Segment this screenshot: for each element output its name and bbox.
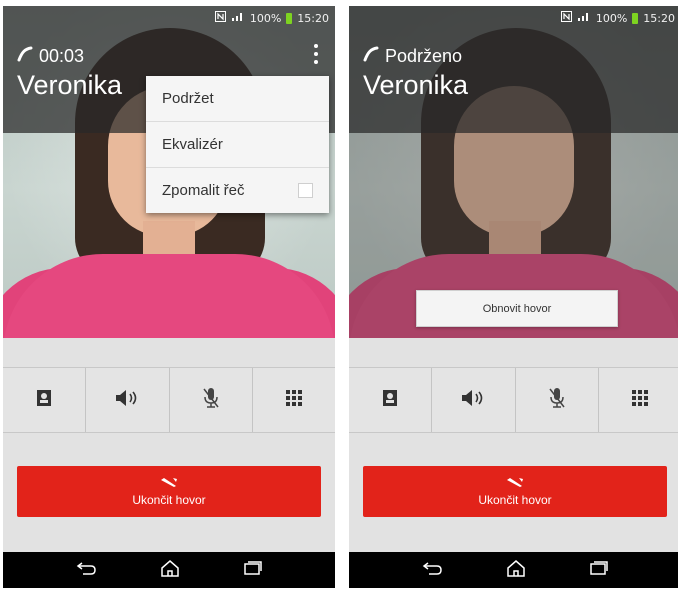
navigation-bar <box>349 552 678 588</box>
slow-speech-checkbox[interactable] <box>298 183 313 198</box>
dialpad-icon <box>631 390 648 410</box>
contacts-icon <box>35 389 53 411</box>
menu-item-hold[interactable]: Podržet <box>146 76 329 122</box>
mute-button[interactable] <box>515 368 599 432</box>
mute-mic-icon <box>202 387 220 413</box>
nfc-icon <box>560 11 572 25</box>
speaker-icon <box>460 389 486 411</box>
recent-apps-icon[interactable] <box>243 560 263 580</box>
battery-icon <box>632 12 639 24</box>
battery-percent: 100% <box>595 11 628 25</box>
battery-icon <box>286 12 293 24</box>
mute-button[interactable] <box>169 368 253 432</box>
call-status: Podrženo <box>363 46 462 67</box>
overflow-menu-icon[interactable] <box>313 44 319 64</box>
navigation-bar <box>3 552 335 588</box>
dialpad-icon <box>285 390 302 410</box>
speaker-button[interactable] <box>432 368 516 432</box>
call-actions <box>3 367 335 433</box>
hang-up-icon <box>159 476 179 491</box>
clock: 15:20 <box>297 11 329 25</box>
signal-icon <box>231 11 245 25</box>
call-duration: 00:03 <box>17 46 84 67</box>
menu-item-slow-speech[interactable]: Zpomalit řeč <box>146 168 329 213</box>
recent-apps-icon[interactable] <box>589 560 609 580</box>
status-bar: 100% 15:20 <box>3 6 335 30</box>
home-icon[interactable] <box>506 559 526 581</box>
phone-handset-icon <box>363 46 379 67</box>
mute-mic-icon <box>548 387 566 413</box>
resume-call-button[interactable]: Obnovit hovor <box>416 290 618 327</box>
hang-up-icon <box>505 476 525 491</box>
call-actions <box>349 367 678 433</box>
status-bar: 100% 15:20 <box>349 6 678 30</box>
options-menu: Podržet Ekvalizér Zpomalit řeč <box>146 76 329 213</box>
end-call-label: Ukončit hovor <box>132 493 206 507</box>
nfc-icon <box>214 11 226 25</box>
phone-handset-icon <box>17 46 33 67</box>
speaker-button[interactable] <box>86 368 170 432</box>
dialpad-button[interactable] <box>252 368 335 432</box>
back-icon[interactable] <box>421 561 443 580</box>
signal-icon <box>577 11 591 25</box>
menu-item-equalizer[interactable]: Ekvalizér <box>146 122 329 168</box>
home-icon[interactable] <box>160 559 180 581</box>
caller-name: Veronika <box>363 70 469 100</box>
contacts-button[interactable] <box>3 368 87 432</box>
battery-percent: 100% <box>249 11 282 25</box>
hold-status-text: Podrženo <box>385 46 463 66</box>
clock: 15:20 <box>643 11 675 25</box>
end-call-button[interactable]: Ukončit hovor <box>363 466 667 517</box>
speaker-icon <box>114 389 140 411</box>
call-header: 100% 15:20 Podrženo Veronika <box>349 6 678 133</box>
phone-screen-in-call: 100% 15:20 00:03 Veronika Podržet Ekvali… <box>3 6 335 588</box>
call-timer: 00:03 <box>39 46 85 66</box>
caller-shirt <box>3 254 335 338</box>
contacts-button[interactable] <box>349 368 433 432</box>
end-call-label: Ukončit hovor <box>478 493 552 507</box>
dialpad-button[interactable] <box>598 368 678 432</box>
contacts-icon <box>381 389 399 411</box>
end-call-button[interactable]: Ukončit hovor <box>17 466 321 517</box>
back-icon[interactable] <box>75 561 97 580</box>
caller-name: Veronika <box>17 70 123 100</box>
phone-screen-on-hold: 100% 15:20 Podrženo Veronika Obnovit hov… <box>349 6 678 588</box>
